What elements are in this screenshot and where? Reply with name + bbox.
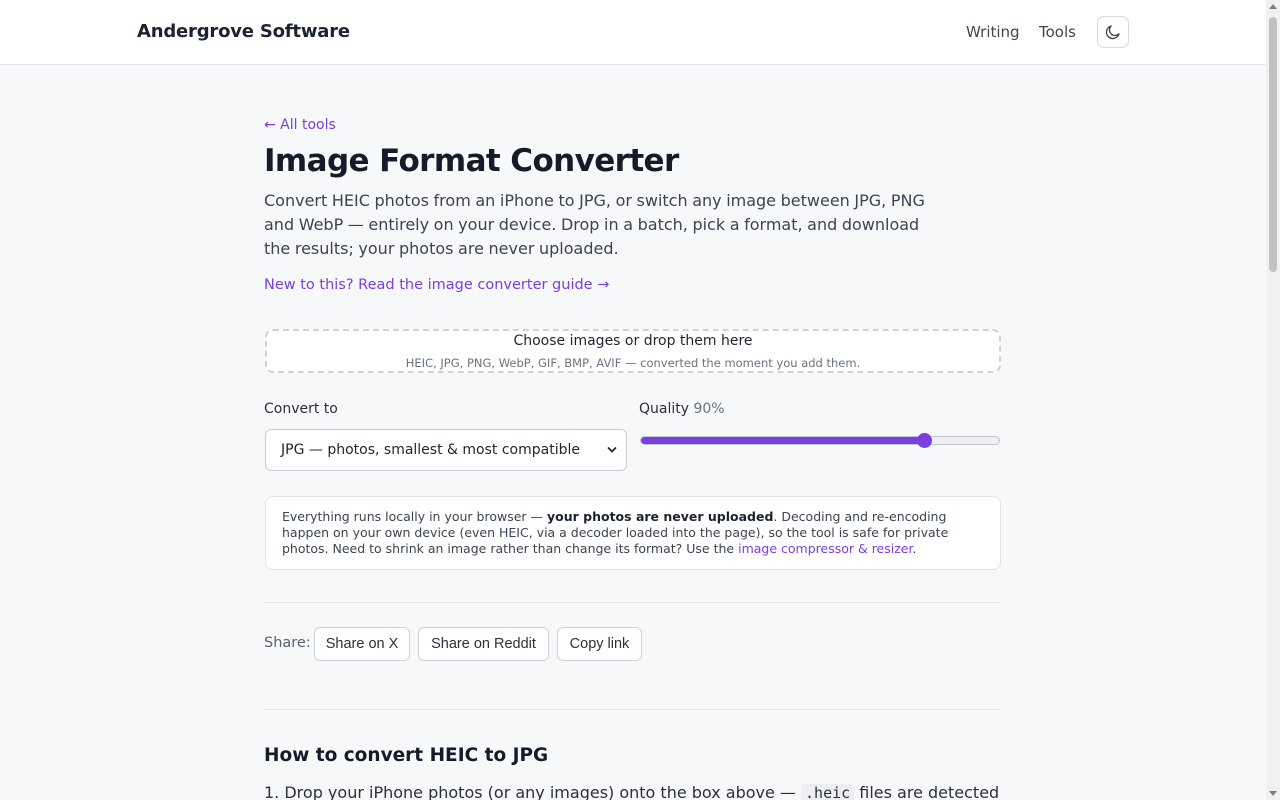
convert-to-label: Convert to — [264, 401, 338, 417]
scroll-up-arrow-icon[interactable] — [1269, 4, 1277, 9]
scrollbar-thumb[interactable] — [1269, 17, 1277, 272]
theme-toggle-button[interactable] — [1097, 16, 1129, 48]
quality-value: 90% — [693, 401, 725, 417]
quality-label: Quality — [639, 401, 690, 417]
all-tools-link[interactable]: ← All tools — [264, 117, 336, 133]
file-dropzone[interactable]: Choose images or drop them here HEIC, JP… — [265, 329, 1001, 373]
note-text-1: Everything runs locally in your browser … — [282, 509, 547, 524]
copy-link-button[interactable]: Copy link — [557, 627, 642, 661]
quality-slider-thumb[interactable] — [916, 433, 932, 448]
note-text-3: . — [912, 541, 917, 556]
chevron-down-icon — [607, 446, 617, 453]
share-on-reddit-button[interactable]: Share on Reddit — [418, 627, 549, 661]
step-text-start: 1. Drop your iPhone photos (or any image… — [264, 783, 802, 800]
quality-label-row: Quality 90% — [639, 401, 725, 417]
scroll-down-arrow-icon[interactable] — [1269, 791, 1277, 796]
step-text-end: files are detected — [854, 783, 1000, 800]
divider — [264, 709, 1001, 710]
page-scrollbar[interactable] — [1266, 0, 1280, 800]
format-select-value: JPG — photos, smallest & most compatible — [281, 442, 580, 458]
nav-tools[interactable]: Tools — [1039, 23, 1076, 41]
format-select[interactable]: JPG — photos, smallest & most compatible — [265, 429, 627, 471]
share-on-x-button[interactable]: Share on X — [314, 627, 410, 661]
dropzone-subtitle: HEIC, JPG, PNG, WebP, GIF, BMP, AVIF — c… — [405, 356, 861, 370]
howto-title: How to convert HEIC to JPG — [264, 745, 549, 766]
site-header: Andergrove Software Writing Tools — [0, 0, 1266, 65]
privacy-note: Everything runs locally in your browser … — [265, 496, 1001, 570]
quality-slider-fill — [641, 437, 926, 444]
brand-logo-text[interactable]: Andergrove Software — [137, 21, 350, 42]
note-bold-text: your photos are never uploaded — [547, 509, 774, 524]
converter-guide-link[interactable]: New to this? Read the image converter gu… — [264, 277, 609, 293]
intro-text: Convert HEIC photos from an iPhone to JP… — [264, 191, 925, 258]
share-label: Share: — [264, 635, 311, 651]
moon-icon — [1105, 25, 1120, 40]
nav-writing[interactable]: Writing — [966, 23, 1020, 41]
page-title: Image Format Converter — [264, 143, 679, 179]
image-compressor-link[interactable]: image compressor & resizer — [738, 541, 912, 556]
heic-code: .heic — [801, 784, 855, 800]
divider — [264, 602, 1001, 603]
howto-step-1: 1. Drop your iPhone photos (or any image… — [264, 783, 1001, 800]
quality-slider-track[interactable] — [640, 436, 1000, 445]
dropzone-title: Choose images or drop them here — [513, 333, 753, 349]
